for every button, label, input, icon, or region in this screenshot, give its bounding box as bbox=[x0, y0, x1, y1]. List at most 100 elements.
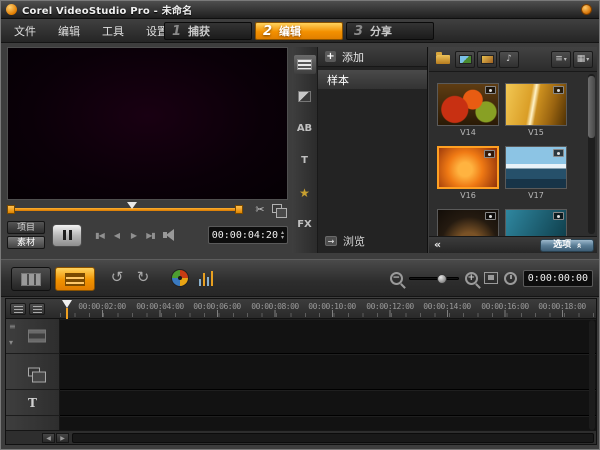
scroll-left-button[interactable]: ◀ bbox=[42, 433, 55, 443]
tab-share[interactable]: 3 分享 bbox=[346, 22, 434, 40]
step-label: 捕获 bbox=[188, 23, 210, 39]
step-number: 3 bbox=[354, 24, 363, 39]
overlay-track-lane[interactable] bbox=[60, 354, 596, 390]
show-photos-button[interactable] bbox=[477, 51, 497, 68]
show-audio-button[interactable]: ♪ bbox=[499, 51, 519, 68]
track-list-button[interactable] bbox=[29, 303, 45, 315]
folder-icon bbox=[436, 55, 450, 64]
nav-title-button[interactable]: AB bbox=[294, 119, 316, 138]
timeline-playhead[interactable] bbox=[62, 300, 73, 319]
zoom-out-button[interactable]: − bbox=[390, 272, 403, 285]
browse-button[interactable]: → 浏览 bbox=[318, 232, 427, 250]
gallery-scrollbar[interactable] bbox=[588, 74, 595, 234]
nav-filter-button[interactable]: FX bbox=[294, 215, 316, 234]
library-folder-button[interactable] bbox=[433, 51, 453, 68]
title-track-lane[interactable] bbox=[60, 390, 596, 416]
photo-filter-icon bbox=[481, 55, 494, 64]
nav-media-button[interactable] bbox=[294, 55, 316, 74]
undo-button[interactable]: ↺ bbox=[107, 268, 127, 286]
sort-view-button[interactable]: ▦▾ bbox=[573, 51, 593, 68]
library-item-sample[interactable]: 样本 bbox=[318, 70, 427, 89]
title-track-header[interactable]: T bbox=[6, 390, 60, 416]
pause-button[interactable] bbox=[52, 224, 82, 247]
trim-handle-right[interactable] bbox=[235, 205, 243, 214]
sound-mixer-button[interactable] bbox=[199, 270, 219, 286]
storyboard-view-button[interactable] bbox=[11, 267, 51, 291]
title-track-button[interactable]: T bbox=[28, 396, 37, 410]
menubar: 文件 编辑 工具 设置 1 捕获 2 编辑 3 分享 bbox=[1, 19, 599, 43]
options-button[interactable]: 选项 « bbox=[540, 239, 594, 252]
video-filter-icon bbox=[459, 55, 472, 64]
track-manager-button[interactable] bbox=[10, 303, 26, 315]
video-badge-icon bbox=[553, 212, 564, 220]
project-duration-button[interactable] bbox=[504, 272, 517, 285]
list-view-button[interactable]: ≡▾ bbox=[551, 51, 571, 68]
video-track-lane[interactable] bbox=[60, 319, 596, 354]
window-control-button[interactable] bbox=[581, 4, 592, 15]
split-clip-button[interactable]: ✂ bbox=[253, 203, 267, 216]
next-frame-button[interactable]: ▶ bbox=[125, 227, 142, 244]
enlarge-preview-button[interactable] bbox=[272, 204, 282, 213]
timeline-ruler[interactable]: 00:00:02:00 00:00:04:00 00:00:06:00 00:0… bbox=[60, 299, 596, 318]
nav-graphic-button[interactable]: ★ bbox=[294, 183, 316, 202]
app-window: Corel VideoStudio Pro - 未命名 文件 编辑 工具 设置 … bbox=[0, 0, 600, 450]
end-button[interactable]: ▶▮ bbox=[142, 227, 159, 244]
timecode-steppers[interactable]: ▴ ▾ bbox=[281, 230, 284, 240]
collapse-panel-button[interactable]: « bbox=[434, 238, 441, 251]
gallery-toolbar: ♪ ≡▾ ▦▾ bbox=[429, 47, 597, 72]
ruler-label: 00:00:06:00 bbox=[193, 302, 241, 311]
list-icon: ≡ bbox=[555, 54, 563, 64]
fit-project-button[interactable] bbox=[484, 272, 498, 284]
rows-icon bbox=[33, 306, 42, 313]
scrub-marker[interactable] bbox=[127, 202, 137, 214]
nav-subtitle-button[interactable]: T bbox=[294, 151, 316, 170]
project-mode-button[interactable]: 项目 bbox=[7, 221, 45, 234]
stepper-down-icon[interactable]: ▾ bbox=[281, 235, 284, 240]
timeline-scroll-row: ◀ ▶ bbox=[6, 430, 596, 444]
zoom-slider-knob[interactable] bbox=[437, 274, 447, 284]
thumbnail-v17[interactable] bbox=[505, 146, 567, 189]
vertical-scrollbar[interactable] bbox=[589, 320, 595, 430]
ruler-label: 00:00:10:00 bbox=[308, 302, 356, 311]
timeline-icon bbox=[65, 273, 85, 286]
thumbnail-v16-selected[interactable] bbox=[437, 146, 499, 189]
timecode-value: 00:00:04:20 bbox=[212, 230, 278, 241]
menu-tools[interactable]: 工具 bbox=[91, 19, 135, 42]
storyboard-icon bbox=[21, 273, 41, 286]
show-videos-button[interactable] bbox=[455, 51, 475, 68]
thumbnail-v14[interactable] bbox=[437, 83, 499, 126]
scroll-right-button[interactable]: ▶ bbox=[56, 433, 69, 443]
add-folder-button[interactable]: + 添加 bbox=[318, 47, 427, 67]
prev-frame-button[interactable]: ◀ bbox=[108, 227, 125, 244]
overlay-track-button[interactable] bbox=[28, 367, 40, 376]
redo-button[interactable]: ↻ bbox=[133, 268, 153, 286]
video-badge-icon bbox=[553, 86, 564, 94]
overlay-track-header[interactable] bbox=[6, 354, 60, 390]
zoom-slider[interactable] bbox=[409, 277, 459, 280]
tab-edit[interactable]: 2 编辑 bbox=[255, 22, 343, 40]
video-track-button[interactable] bbox=[28, 330, 46, 343]
zoom-in-button[interactable]: + bbox=[465, 272, 478, 285]
volume-icon[interactable] bbox=[161, 227, 177, 243]
home-button[interactable]: ▮◀ bbox=[91, 227, 108, 244]
horizontal-scrollbar[interactable] bbox=[72, 433, 594, 443]
clip-mode-button[interactable]: 素材 bbox=[7, 236, 45, 249]
timecode-display: 00:00:04:20 ▴ ▾ bbox=[208, 226, 288, 244]
chevron-down-icon[interactable]: ▾ bbox=[9, 339, 13, 347]
trim-track[interactable] bbox=[9, 208, 241, 211]
timeline-view-button[interactable] bbox=[55, 267, 95, 291]
record-capture-button[interactable] bbox=[171, 269, 189, 287]
tab-capture[interactable]: 1 捕获 bbox=[164, 22, 252, 40]
plus-icon: + bbox=[325, 51, 336, 62]
titlebar[interactable]: Corel VideoStudio Pro - 未命名 bbox=[1, 1, 599, 19]
video-track-header[interactable]: ≡ ▾ bbox=[6, 319, 60, 354]
thumbnail-v15[interactable] bbox=[505, 83, 567, 126]
music-note-icon: ♪ bbox=[506, 54, 512, 64]
track-options-icon[interactable]: ≡ bbox=[9, 323, 16, 331]
nav-transition-button[interactable] bbox=[294, 87, 316, 106]
trim-handle-left[interactable] bbox=[7, 205, 15, 214]
browse-label: 浏览 bbox=[343, 233, 365, 249]
menu-file[interactable]: 文件 bbox=[3, 19, 47, 42]
menu-edit[interactable]: 编辑 bbox=[47, 19, 91, 42]
preview-monitor bbox=[7, 47, 288, 200]
